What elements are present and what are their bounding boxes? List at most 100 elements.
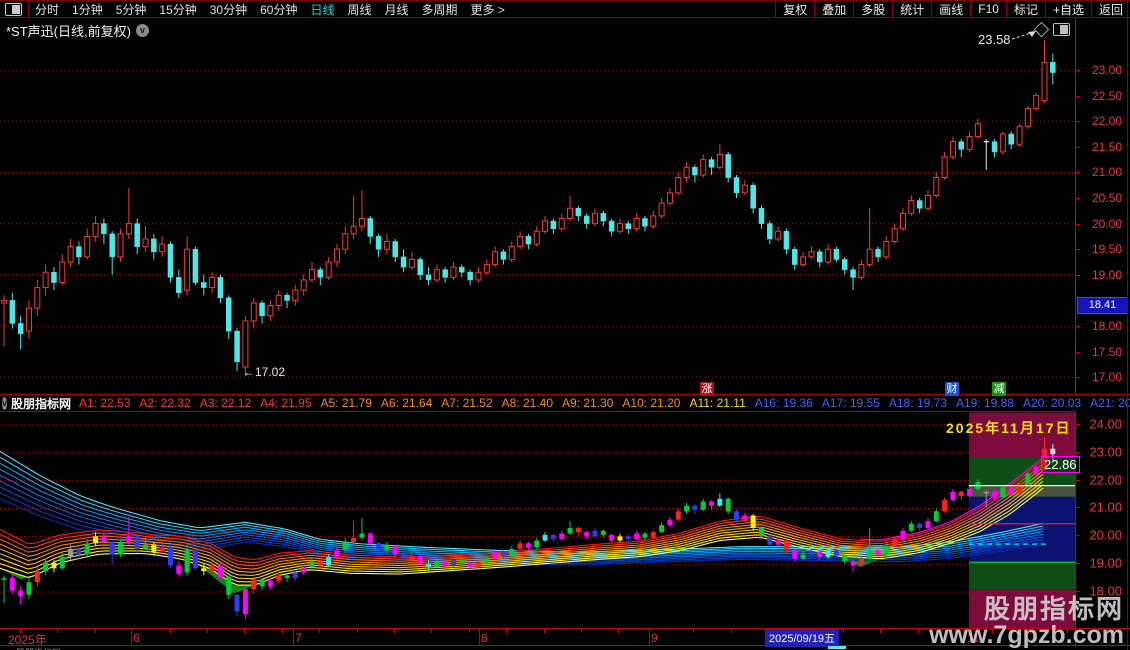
time-tick-minor: [618, 629, 619, 633]
candle-up: [300, 279, 307, 291]
pane-candle: [717, 498, 723, 506]
main-candlestick-chart[interactable]: [0, 18, 1075, 394]
candle-down: [916, 200, 923, 209]
candle-up: [666, 192, 673, 204]
pane-candle: [126, 536, 132, 542]
pane-candle: [134, 536, 140, 549]
candle-up: [433, 269, 440, 281]
candle-down: [733, 177, 740, 194]
indicator-values: A1: 22.53 A2: 22.32 A3: 22.12 A4: 21.95 A5: …: [79, 396, 1130, 410]
button-返回[interactable]: 返回: [1090, 1, 1130, 17]
pane-candle: [475, 562, 481, 567]
pane-candle: [933, 511, 939, 522]
pane-candle: [201, 568, 207, 572]
indicator-value-A19: A19: 19.88: [955, 396, 1014, 410]
pane-candle: [259, 579, 265, 587]
pane-candle: [426, 564, 432, 567]
menu-item-分时[interactable]: 分时: [35, 1, 59, 18]
candle-down: [525, 236, 532, 245]
panel-layout-icon[interactable]: [5, 2, 22, 16]
menu-item-日线[interactable]: 日线: [310, 1, 334, 18]
candle-up: [616, 223, 623, 232]
candle-up: [908, 200, 915, 214]
pane-candle: [434, 561, 440, 567]
button-复权[interactable]: 复权: [775, 1, 814, 17]
pane-candle: [634, 533, 640, 540]
menu-item-60分钟[interactable]: 60分钟: [260, 1, 297, 18]
pane-candle: [575, 527, 581, 533]
menu-item-30分钟[interactable]: 30分钟: [210, 1, 247, 18]
pane-candle: [842, 555, 848, 562]
axis-tick: [1076, 351, 1080, 353]
candle-down: [550, 220, 557, 229]
time-tick-minor: [581, 629, 582, 633]
button-多股[interactable]: 多股: [853, 1, 892, 17]
pane-candle: [509, 548, 515, 556]
axis-tick: [1076, 563, 1080, 565]
candle-down: [134, 223, 140, 247]
time-tick-minor: [282, 629, 283, 633]
pane-candle: [1017, 483, 1023, 494]
menu-item-1分钟[interactable]: 1分钟: [72, 1, 103, 18]
low-price-annotation: ←17.02: [243, 365, 286, 379]
indicator-value-A3: A3: 22.12: [199, 396, 252, 410]
split-window-icon[interactable]: [1053, 23, 1070, 36]
candle-up: [159, 243, 166, 253]
candle-down: [467, 271, 473, 281]
button-+自选[interactable]: +自选: [1044, 1, 1091, 17]
menu-item-更多 >[interactable]: 更多 >: [471, 1, 505, 18]
pane-candle: [384, 546, 390, 551]
candle-down: [284, 295, 290, 301]
pane-candle: [858, 558, 864, 566]
watermark-brand: 股朋指标网: [983, 594, 1124, 624]
button-统计[interactable]: 统计: [892, 1, 931, 17]
candle-down: [575, 207, 582, 217]
pane-candle: [783, 540, 789, 551]
time-tick-minor: [394, 629, 395, 633]
time-tick-minor: [693, 629, 694, 633]
axis-tick: [1076, 249, 1080, 251]
candle-down: [176, 277, 182, 293]
time-tick-minor: [469, 629, 470, 633]
candle-down: [167, 243, 174, 278]
menu-item-周线[interactable]: 周线: [347, 1, 371, 18]
candle-up: [675, 177, 682, 194]
candle-up: [34, 287, 41, 309]
chevron-down-icon[interactable]: v: [135, 24, 149, 37]
button-叠加[interactable]: 叠加: [814, 1, 853, 17]
button-标记[interactable]: 标记: [1005, 1, 1045, 17]
candle-down: [875, 248, 881, 258]
time-tick-major: [293, 629, 294, 645]
pane-candle: [833, 550, 839, 556]
menu-item-多周期[interactable]: 多周期: [422, 1, 458, 18]
pane-candle: [76, 548, 82, 555]
menu-item-5分钟[interactable]: 5分钟: [116, 1, 147, 18]
menu-item-月线[interactable]: 月线: [385, 1, 409, 18]
candle-up: [825, 248, 832, 263]
current-price-marker: 18.41: [1077, 297, 1128, 314]
menu-item-15分钟[interactable]: 15分钟: [159, 1, 196, 18]
pane-candle: [792, 550, 798, 559]
pane-candle: [351, 537, 357, 542]
pane-candle: [459, 559, 465, 563]
toolbar-divider: [28, 1, 29, 17]
pane-candle: [151, 544, 157, 552]
candle-up: [325, 261, 332, 278]
indicator-value-A21: A21: 20.1: [1090, 396, 1130, 410]
button-F10[interactable]: F10: [970, 1, 1006, 17]
pane-candle: [118, 541, 124, 555]
pane-candle: [584, 532, 590, 537]
pane-candle: [18, 590, 24, 597]
pane-candle: [534, 540, 540, 548]
indicator-pane[interactable]: [0, 411, 1075, 629]
collapse-icon[interactable]: v: [2, 396, 8, 410]
candle-up: [209, 276, 216, 289]
button-画线[interactable]: 画线: [931, 1, 970, 17]
pane-candle: [758, 527, 764, 537]
pane-candle: [34, 571, 40, 583]
candle-down: [708, 159, 715, 168]
pane-candle: [376, 543, 382, 551]
candle-down: [767, 223, 773, 240]
pane-candle: [284, 575, 290, 579]
candle-down: [151, 238, 157, 253]
